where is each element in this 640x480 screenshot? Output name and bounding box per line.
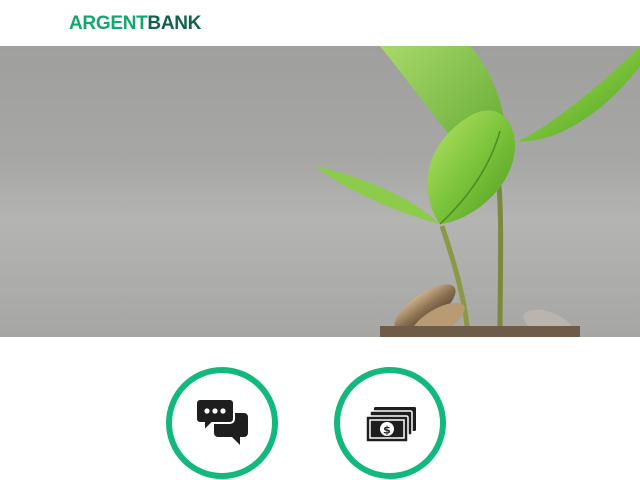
- logo-text-bank: BANK: [147, 13, 202, 34]
- hero-plant-image: [315, 46, 640, 337]
- chat-icon: [196, 399, 248, 445]
- logo-text-argent: ARGENT: [69, 13, 148, 34]
- money-icon: $: [366, 407, 416, 443]
- argent-bank-logo[interactable]: ARGENTBANK: [69, 12, 201, 36]
- features-section: $: [0, 337, 640, 480]
- site-header: ARGENTBANK: [0, 0, 640, 46]
- feature-money-circle: $: [334, 367, 446, 479]
- svg-text:$: $: [383, 424, 391, 437]
- hero-banner: [0, 46, 640, 337]
- feature-chat-circle: [166, 367, 278, 479]
